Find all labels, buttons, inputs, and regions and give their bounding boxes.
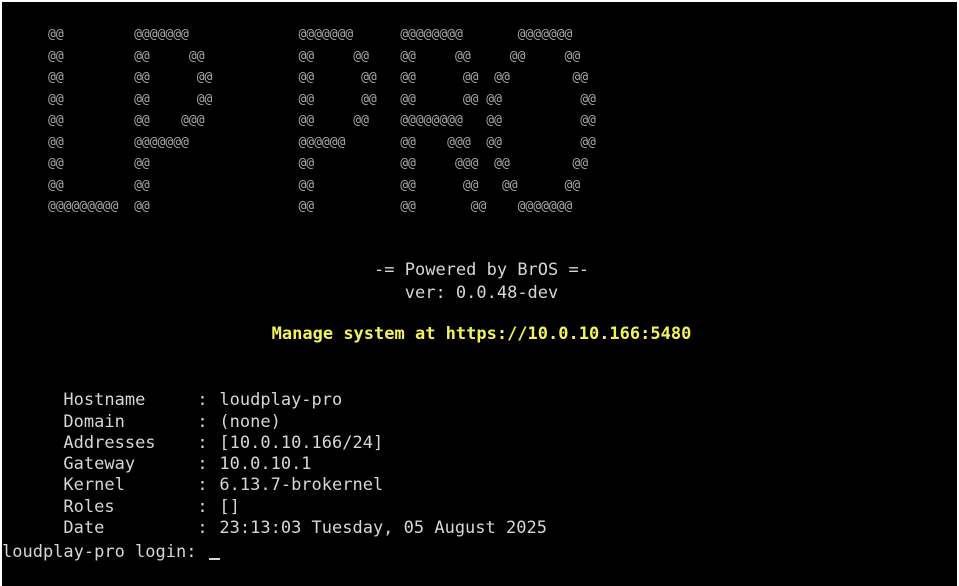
manage-url-message: Manage system at https://10.0.10.166:548… xyxy=(271,324,692,344)
ascii-logo-banner: @@ @@@@@@@ @@@@@@@ @@@@@@@@ @@@@@@@ @@ @… xyxy=(48,27,596,214)
info-separator: : xyxy=(197,518,208,539)
info-key: Domain xyxy=(63,411,125,432)
info-value: [] xyxy=(219,496,240,517)
info-value: [10.0.10.166/24] xyxy=(219,432,384,453)
info-key: Kernel xyxy=(63,475,125,496)
info-row-hostname: Hostname: loudplay-pro xyxy=(2,369,547,410)
version-text: ver: 0.0.48-dev xyxy=(404,283,559,303)
info-value: (none) xyxy=(219,411,281,432)
info-key: Date xyxy=(63,518,105,539)
info-separator: : xyxy=(197,432,208,453)
info-separator: : xyxy=(197,411,208,432)
system-info-list: Hostname: loudplay-pro Domain: (none) Addr… xyxy=(2,369,547,538)
info-separator: : xyxy=(197,496,208,517)
login-prompt: loudplay-pro login: xyxy=(2,542,207,562)
info-key: Hostname xyxy=(63,390,146,411)
info-value: 23:13:03 Tuesday, 05 August 2025 xyxy=(219,518,547,539)
info-value: 10.0.10.1 xyxy=(219,454,312,475)
info-separator: : xyxy=(197,390,208,411)
powered-by-text: -= Powered by BrOS =- xyxy=(374,260,589,280)
terminal-screen[interactable]: @@ @@@@@@@ @@@@@@@ @@@@@@@@ @@@@@@@ @@ @… xyxy=(0,0,959,586)
info-key: Roles xyxy=(63,496,115,517)
info-key: Addresses xyxy=(63,432,156,453)
info-key: Gateway xyxy=(63,454,136,475)
info-value: 6.13.7-brokernel xyxy=(219,475,384,496)
info-separator: : xyxy=(197,454,208,475)
text-cursor[interactable] xyxy=(208,558,220,560)
info-separator: : xyxy=(197,475,208,496)
login-prompt-line[interactable]: loudplay-pro login: xyxy=(2,542,220,562)
info-value: loudplay-pro xyxy=(219,390,343,411)
